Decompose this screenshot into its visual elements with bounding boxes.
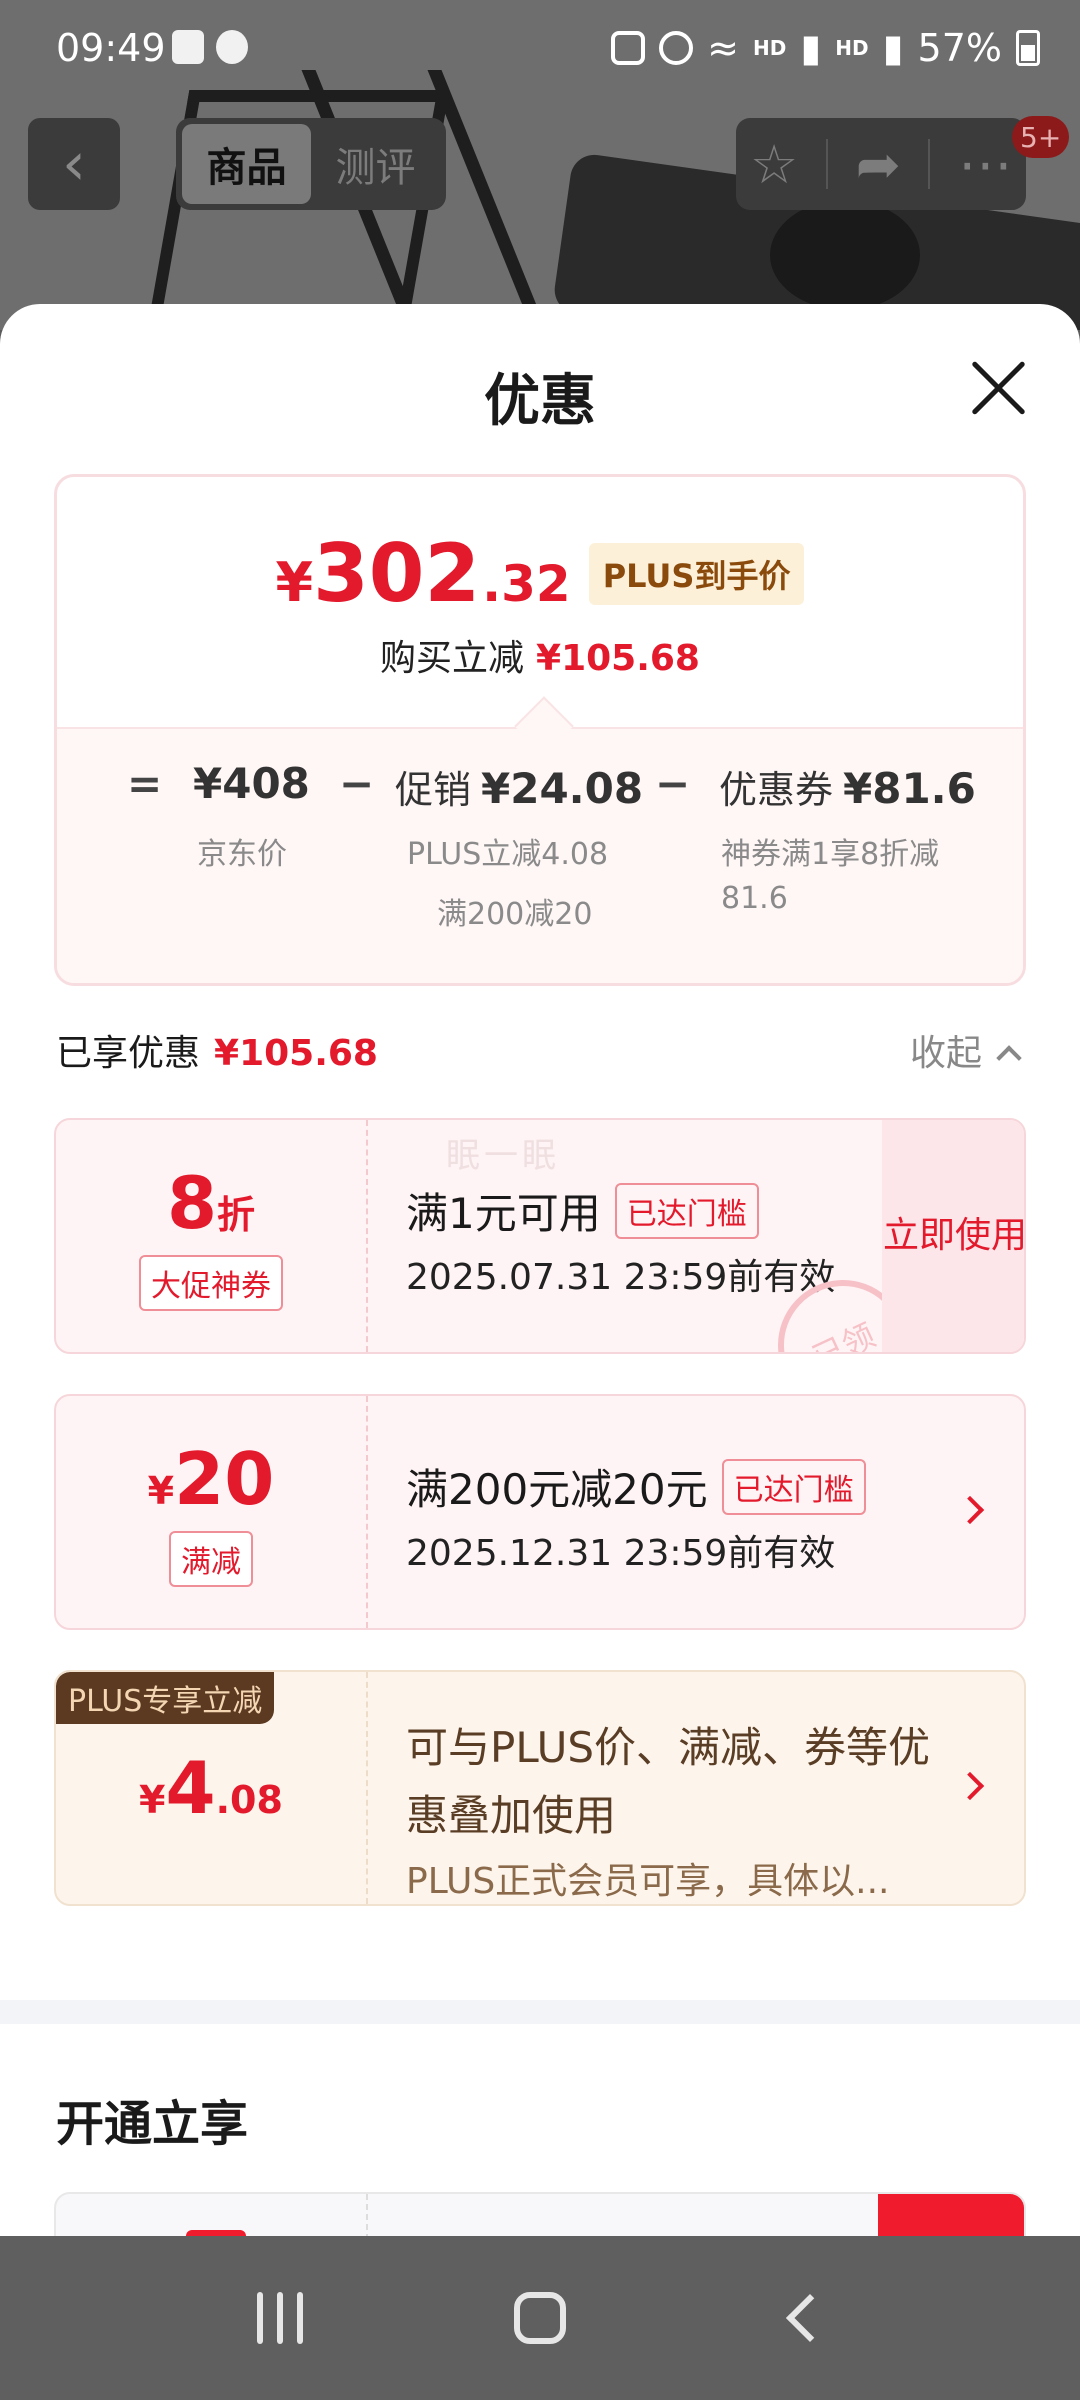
coupon-value: 8 [166, 1161, 218, 1245]
wifi-icon: ≈ [707, 26, 739, 70]
status-time: 09:49 [56, 26, 166, 70]
home-icon [514, 2292, 566, 2344]
promo-amount-row: 促销 ¥24.08 [395, 759, 643, 814]
price-summary-card: ¥ 302 .32 PLUS到手价 购买立减 ¥105.68 = ¥408 − 促… [54, 474, 1026, 986]
tab-product[interactable]: 商品 [182, 124, 311, 204]
coupon-kind-badge: 大促神券 [139, 1255, 283, 1311]
divider [825, 139, 828, 189]
back-button[interactable]: ‹ [28, 118, 120, 210]
star-icon[interactable]: ☆ [750, 133, 798, 196]
coupon-value: 4 [165, 1746, 216, 1830]
coupon-currency: ¥ [147, 1469, 175, 1513]
open-membership-button[interactable] [878, 2194, 1024, 2236]
battery-percent: 57% [917, 26, 1002, 70]
coupon-value: 20 [174, 1437, 275, 1521]
signal-icon: ▮ [800, 26, 822, 70]
coupon-amount: ¥81.6 [843, 764, 976, 813]
chevron-left-icon: ‹ [62, 129, 86, 199]
collapse-button[interactable]: 收起 [910, 1024, 1022, 1076]
membership-offer-card[interactable] [54, 2192, 1026, 2236]
save-amount: ¥105.68 [536, 638, 700, 679]
plus-price-tag: PLUS到手价 [588, 542, 805, 605]
battery-icon [1016, 30, 1040, 66]
share-icon[interactable]: ➦ [856, 133, 901, 196]
coupon-divider [366, 1396, 368, 1628]
status-bar: 09:49 ≈ HD ▮ HD ▮ 57% [0, 0, 1080, 100]
system-navigation-bar [0, 2236, 1080, 2400]
promo-label: 促销 [395, 768, 472, 812]
alarm-icon [659, 31, 694, 65]
coupon-amount-row: 优惠券 ¥81.6 [719, 759, 976, 814]
coupon-card-discount: 8折 大促神券 眠一眠 满1元可用 已达门槛 2025.07.31 23:59前有… [54, 1118, 1026, 1354]
threshold-reached-badge: 已达门槛 [614, 1182, 759, 1239]
price-breakdown: = ¥408 − 促销 ¥24.08 − 优惠券 ¥81.6 京东价 PLUS立减4… [57, 727, 1023, 983]
coupon-value-unit: 折 [217, 1193, 256, 1237]
recents-button[interactable] [235, 2273, 325, 2363]
section-divider [0, 2000, 1080, 2024]
promo-amount: ¥24.08 [481, 764, 644, 813]
plus-description: 可与PLUS价、满减、券等优惠叠加使用 [406, 1723, 931, 1840]
coupon-divider [366, 1120, 368, 1352]
app-notification-icon [216, 30, 248, 64]
home-button[interactable] [495, 2273, 585, 2363]
coupon-condition-text: 满200元减20元 [406, 1465, 708, 1514]
price-currency: ¥ [275, 551, 314, 614]
plus-discount-card[interactable]: PLUS专享立减 ¥4.08 可与PLUS价、满减、券等优惠叠加使用 PLUS正… [54, 1670, 1026, 1906]
system-back-button[interactable] [755, 2273, 845, 2363]
enjoyed-discount: 已享优惠 ¥105.68 [56, 1024, 378, 1076]
threshold-reached-badge: 已达门槛 [721, 1458, 866, 1515]
tab-review[interactable]: 测评 [311, 124, 440, 204]
coupon-condition-text: 满1元可用 [406, 1189, 601, 1238]
equals-sign: = [127, 759, 163, 808]
coupon-label: 优惠券 [719, 768, 834, 812]
save-label: 购买立减 [380, 638, 525, 679]
chevron-up-icon [996, 1045, 1022, 1071]
promo-detail-2: 满200减20 [437, 897, 593, 932]
collapse-label: 收起 [910, 1033, 983, 1074]
more-icon[interactable]: ⋯ [958, 133, 1012, 196]
network-hd-label: HD [753, 36, 787, 60]
coupon-detail: 神券满1享8折减81.6 [721, 837, 940, 916]
jd-price-label: 京东价 [197, 837, 287, 872]
minus-sign-2: − [655, 759, 691, 808]
save-line: 购买立减 ¥105.68 [57, 629, 1023, 681]
coupon-divider [366, 1672, 368, 1904]
coupon-expiry: 2025.07.31 23:59前有效 [406, 1257, 836, 1298]
message-count-badge: 5+ [1012, 116, 1070, 158]
coupon-condition: 满200元减20元 已达门槛 [406, 1456, 866, 1517]
coupon-expiry: 2025.12.31 23:59前有效 [406, 1533, 836, 1574]
enjoyed-label: 已享优惠 [56, 1033, 201, 1074]
price-integer: 302 [313, 527, 481, 620]
signal-icon-2: ▮ [882, 26, 904, 70]
recents-icon [257, 2292, 303, 2344]
divider [928, 139, 931, 189]
promo-detail-1: PLUS立减4.08 [407, 837, 609, 872]
sheet-title: 优惠 [484, 369, 596, 434]
coupon-value-decimal: .08 [215, 1778, 283, 1822]
minus-sign: − [339, 759, 375, 808]
discount-sheet: 优惠 ¥ 302 .32 PLUS到手价 购买立减 ¥105.68 = ¥408 … [0, 304, 1080, 2236]
price-decimal: .32 [482, 555, 571, 613]
chevron-right-icon [955, 1771, 985, 1801]
coupon-currency: ¥ [139, 1778, 166, 1822]
jd-price: ¥408 [193, 759, 310, 808]
coupon-kind-badge: 满减 [169, 1531, 253, 1587]
open-membership-title: 开通立享 [56, 2096, 249, 2152]
battery-saver-icon [611, 31, 646, 65]
use-now-button[interactable]: 立即使用 [882, 1120, 1024, 1352]
coupon-condition: 满1元可用 已达门槛 [406, 1180, 759, 1241]
watermark-text: 眠一眠 [446, 1136, 560, 1176]
product-tabs: 商品 测评 [176, 118, 446, 210]
plus-subtext: PLUS正式会员可享，具体以... [406, 1861, 890, 1902]
network-hd-label-2: HD [835, 36, 869, 60]
coupon-divider [366, 2194, 368, 2236]
notification-icon [172, 30, 204, 64]
chevron-right-icon [955, 1495, 985, 1525]
final-price: ¥ 302 .32 PLUS到手价 [57, 527, 1023, 620]
close-icon[interactable] [966, 356, 1030, 420]
coupon-card-full-reduction[interactable]: ¥20 满减 满200元减20元 已达门槛 2025.12.31 23:59前有效 [54, 1394, 1026, 1630]
back-icon [785, 2293, 835, 2343]
enjoyed-amount: ¥105.68 [214, 1033, 378, 1074]
top-actions: ☆ ➦ ⋯ [736, 118, 1026, 210]
